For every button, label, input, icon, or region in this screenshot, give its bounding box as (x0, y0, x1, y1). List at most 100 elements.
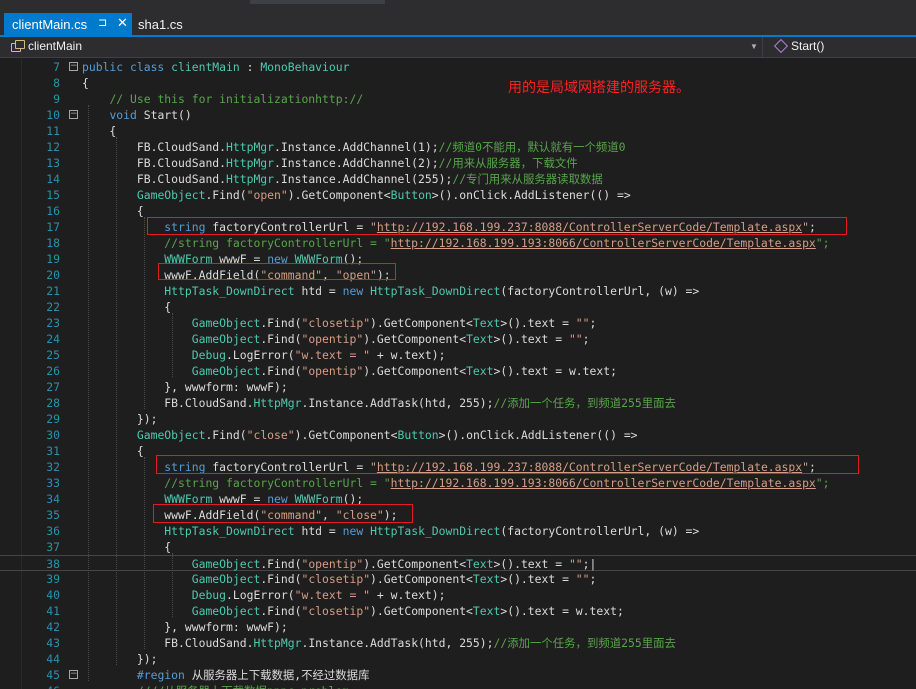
code-line[interactable]: 36 HttpTask_DownDirect htd = new HttpTas… (0, 523, 916, 539)
line-number: 7 (53, 60, 60, 74)
code-line[interactable]: 33 //string factoryControllerUrl = "http… (0, 475, 916, 491)
code-editor[interactable]: 7− public class clientMain : MonoBehaviou… (0, 59, 916, 689)
code-text: HttpTask_DownDirect htd = new HttpTask_D… (164, 284, 700, 298)
code-line[interactable]: 42 }, wwwform: wwwF); (0, 619, 916, 635)
line-number: 11 (46, 124, 60, 138)
code-text: GameObject.Find("closetip").GetComponent… (191, 316, 597, 330)
indent-guide (172, 553, 173, 617)
line-number: 26 (46, 364, 60, 378)
code-line[interactable]: 8{ (0, 75, 916, 91)
code-text: ////从服务器上下载数据pppc problem (82, 683, 349, 689)
pin-icon[interactable]: ⊐ (98, 16, 107, 29)
code-line[interactable]: 27 }, wwwform: wwwF); (0, 379, 916, 395)
code-line[interactable]: 45− #region 从服务器上下载数据,不经过数据库 (0, 667, 916, 683)
method-name: Start() (791, 39, 825, 53)
line-number: 32 (46, 460, 60, 474)
code-line[interactable]: 40 Debug.LogError("w.text = " + w.text); (0, 587, 916, 603)
code-line[interactable]: 20 wwwF.AddField("command", "open"); (0, 267, 916, 283)
indent-guide (144, 217, 145, 409)
collapse-icon[interactable]: − (69, 62, 78, 71)
member-dropdown[interactable]: Start() (774, 39, 824, 53)
code-text: GameObject.Find("closetip").GetComponent… (191, 572, 597, 586)
line-number: 40 (46, 588, 60, 602)
indent-guide (88, 105, 89, 681)
code-line[interactable]: 11 { (0, 123, 916, 139)
line-number: 12 (46, 140, 60, 154)
code-line[interactable]: 29 }); (0, 411, 916, 427)
code-line[interactable]: 25 Debug.LogError("w.text = " + w.text); (0, 347, 916, 363)
line-number: 36 (46, 524, 60, 538)
code-text: #region 从服务器上下载数据,不经过数据库 (136, 668, 370, 682)
code-line[interactable]: 28 FB.CloudSand.HttpMgr.Instance.AddTask… (0, 395, 916, 411)
line-number: 27 (46, 380, 60, 394)
code-line[interactable]: 12 FB.CloudSand.HttpMgr.Instance.AddChan… (0, 139, 916, 155)
code-text: void Start() (109, 108, 192, 122)
line-number: 33 (46, 476, 60, 490)
line-number: 14 (46, 172, 60, 186)
code-line[interactable]: 34 WWWForm wwwF = new WWWForm(); (0, 491, 916, 507)
code-line[interactable]: 26 GameObject.Find("opentip").GetCompone… (0, 363, 916, 379)
close-icon[interactable]: ✕ (117, 15, 128, 31)
line-number: 35 (46, 508, 60, 522)
highlight-box (147, 217, 847, 235)
line-number: 45 (46, 668, 60, 682)
code-line[interactable]: 22 { (0, 299, 916, 315)
code-line[interactable]: 10− void Start() (0, 107, 916, 123)
line-number: 10 (46, 108, 60, 122)
line-number: 28 (46, 396, 60, 410)
nav-separator (762, 37, 763, 58)
code-line[interactable]: 46 ////从服务器上下载数据pppc problem (0, 683, 916, 689)
line-number: 38 (46, 557, 60, 571)
tab-clientmain[interactable]: clientMain.cs ⊐ ✕ (4, 13, 132, 35)
code-text: FB.CloudSand.HttpMgr.Instance.AddChannel… (82, 140, 626, 154)
line-number: 29 (46, 412, 60, 426)
line-number: 8 (53, 76, 60, 90)
method-icon (774, 40, 788, 52)
chevron-down-icon[interactable]: ▼ (750, 42, 758, 51)
code-text: }); (82, 652, 158, 666)
collapse-icon[interactable]: − (69, 110, 78, 119)
collapse-icon[interactable]: − (69, 670, 78, 679)
code-text: FB.CloudSand.HttpMgr.Instance.AddChannel… (82, 172, 603, 186)
code-line[interactable]: 15 GameObject.Find("open").GetComponent<… (0, 187, 916, 203)
code-line[interactable]: 43 FB.CloudSand.HttpMgr.Instance.AddTask… (0, 635, 916, 651)
indent-guide (144, 457, 145, 649)
line-number: 15 (46, 188, 60, 202)
indent-guide (116, 137, 117, 665)
line-number: 20 (46, 268, 60, 282)
code-line[interactable]: 13 FB.CloudSand.HttpMgr.Instance.AddChan… (0, 155, 916, 171)
code-line[interactable]: 23 GameObject.Find("closetip").GetCompon… (0, 315, 916, 331)
code-line[interactable]: 44 }); (0, 651, 916, 667)
code-text: GameObject.Find("open").GetComponent<But… (136, 188, 631, 202)
tab-label: clientMain.cs (12, 16, 88, 32)
class-dropdown[interactable]: clientMain (10, 39, 82, 53)
code-line[interactable]: 39 GameObject.Find("closetip").GetCompon… (0, 571, 916, 587)
class-icon (10, 40, 25, 52)
tab-label: sha1.cs (138, 16, 183, 32)
code-line[interactable]: 24 GameObject.Find("opentip").GetCompone… (0, 331, 916, 347)
code-line[interactable]: 9 // Use this for initializationhttp:// (0, 91, 916, 107)
highlight-box (153, 504, 413, 523)
code-text: GameObject.Find("opentip").GetComponent<… (191, 332, 590, 346)
code-text: { (82, 204, 144, 218)
code-text: GameObject.Find("close").GetComponent<Bu… (136, 428, 638, 442)
tab-sha1[interactable]: sha1.cs (132, 13, 183, 35)
code-line[interactable]: 21 HttpTask_DownDirect htd = new HttpTas… (0, 283, 916, 299)
line-number: 23 (46, 316, 60, 330)
code-text: GameObject.Find("closetip").GetComponent… (191, 604, 624, 618)
code-line[interactable]: 30 GameObject.Find("close").GetComponent… (0, 427, 916, 443)
line-number: 18 (46, 236, 60, 250)
code-line[interactable]: 35 wwwF.AddField("command", "close"); (0, 507, 916, 523)
code-text: //string factoryControllerUrl = "http://… (164, 236, 830, 250)
code-text: Debug.LogError("w.text = " + w.text); (191, 588, 446, 602)
code-line[interactable]: 19 WWWForm wwwF = new WWWForm(); (0, 251, 916, 267)
code-line[interactable]: 38 GameObject.Find("opentip").GetCompone… (0, 555, 916, 571)
line-number: 34 (46, 492, 60, 506)
code-line[interactable]: 37 { (0, 539, 916, 555)
code-line[interactable]: 7− public class clientMain : MonoBehaviou… (0, 59, 916, 75)
indent-guide (172, 313, 173, 377)
code-line[interactable]: 41 GameObject.Find("closetip").GetCompon… (0, 603, 916, 619)
tab-bar: clientMain.cs ⊐ ✕ sha1.cs (0, 0, 916, 36)
code-line[interactable]: 18 //string factoryControllerUrl = "http… (0, 235, 916, 251)
code-line[interactable]: 14 FB.CloudSand.HttpMgr.Instance.AddChan… (0, 171, 916, 187)
